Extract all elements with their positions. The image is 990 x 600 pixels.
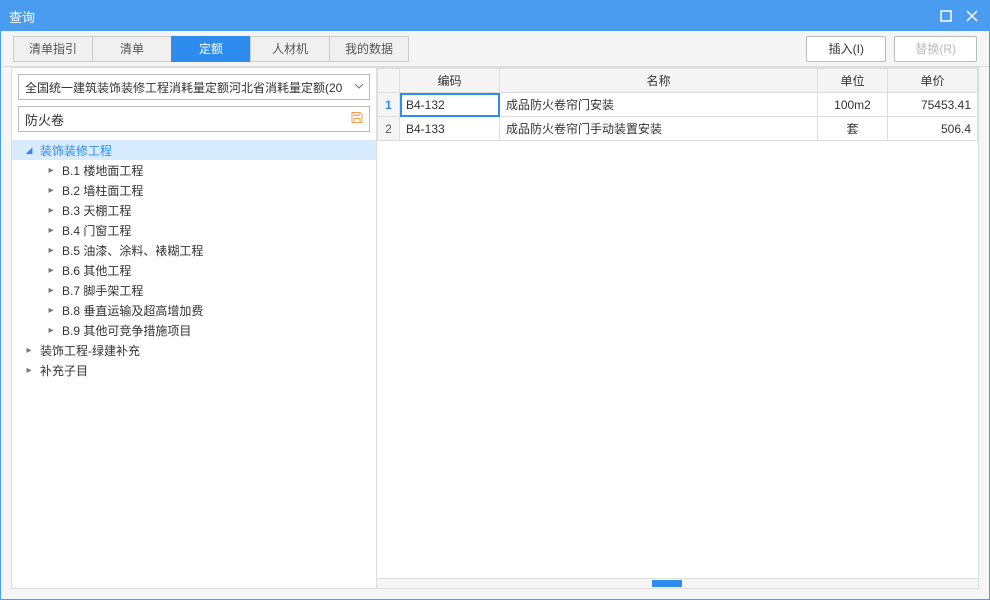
tab-rcj[interactable]: 人材机 xyxy=(250,36,330,62)
right-panel: 编码 名称 单位 单价 1B4-132成品防火卷帘门安装100m275453.4… xyxy=(377,68,978,588)
table-header-row: 编码 名称 单位 单价 xyxy=(378,69,978,93)
chevron-right-icon[interactable]: ▸ xyxy=(46,245,56,256)
tree-item[interactable]: ◢ 装饰装修工程 xyxy=(12,140,376,160)
cell-unit[interactable]: 套 xyxy=(818,117,888,141)
tree-item[interactable]: ▸ 装饰工程-绿建补充 xyxy=(12,340,376,360)
chevron-right-icon[interactable]: ▸ xyxy=(46,205,56,216)
chevron-right-icon[interactable]: ▸ xyxy=(46,305,56,316)
tree-item-label: 装饰装修工程 xyxy=(40,142,112,159)
search-input[interactable] xyxy=(18,106,370,132)
cell-price[interactable]: 75453.41 xyxy=(888,93,978,117)
scrollbar-handle[interactable] xyxy=(652,580,682,587)
close-icon[interactable] xyxy=(963,7,981,25)
window-controls xyxy=(937,7,981,25)
row-number: 1 xyxy=(378,93,400,117)
cell-name[interactable]: 成品防火卷帘门安装 xyxy=(500,93,818,117)
cell-code[interactable]: B4-132 xyxy=(400,93,500,117)
tree-item-label: 补充子目 xyxy=(40,362,88,379)
table-row[interactable]: 1B4-132成品防火卷帘门安装100m275453.41 xyxy=(378,93,978,117)
tab-mydata[interactable]: 我的数据 xyxy=(329,36,409,62)
tree-item[interactable]: ▸ B.3 天棚工程 xyxy=(12,200,376,220)
tree-item-label: B.1 楼地面工程 xyxy=(62,162,143,179)
cell-name[interactable]: 成品防火卷帘门手动装置安装 xyxy=(500,117,818,141)
results-table: 编码 名称 单位 单价 1B4-132成品防火卷帘门安装100m275453.4… xyxy=(377,68,978,141)
col-unit[interactable]: 单位 xyxy=(818,69,888,93)
left-panel: 全国统一建筑装饰装修工程消耗量定额河北省消耗量定额(20 ◢ 装饰装修工程 ▸ B.1… xyxy=(12,68,377,588)
tree-item-label: B.6 其他工程 xyxy=(62,262,131,279)
tree-item-label: B.8 垂直运输及超高增加费 xyxy=(62,302,203,319)
tree-item[interactable]: ▸ B.1 楼地面工程 xyxy=(12,160,376,180)
tree-item-label: B.2 墙柱面工程 xyxy=(62,182,143,199)
row-number: 2 xyxy=(378,117,400,141)
search-box xyxy=(18,106,370,132)
chevron-right-icon[interactable]: ▸ xyxy=(46,325,56,336)
maximize-icon[interactable] xyxy=(937,7,955,25)
tab-list-guide[interactable]: 清单指引 xyxy=(13,36,93,62)
cell-price[interactable]: 506.4 xyxy=(888,117,978,141)
titlebar: 查询 xyxy=(1,1,989,31)
tree-item[interactable]: ▸ B.2 墙柱面工程 xyxy=(12,180,376,200)
content-body: 全国统一建筑装饰装修工程消耗量定额河北省消耗量定额(20 ◢ 装饰装修工程 ▸ B.1… xyxy=(11,67,979,589)
tree-item[interactable]: ▸ 补充子目 xyxy=(12,360,376,380)
chevron-right-icon[interactable]: ▸ xyxy=(46,285,56,296)
tree-item[interactable]: ▸ B.5 油漆、涂料、裱糊工程 xyxy=(12,240,376,260)
table-row[interactable]: 2B4-133成品防火卷帘门手动装置安装套506.4 xyxy=(378,117,978,141)
col-price[interactable]: 单价 xyxy=(888,69,978,93)
standard-dropdown-value: 全国统一建筑装饰装修工程消耗量定额河北省消耗量定额(20 xyxy=(18,74,370,100)
app-window: 查询 清单指引 清单 定额 人材机 我的数据 插入(I) 替换(R) 全国统一建… xyxy=(0,0,990,600)
chevron-right-icon[interactable]: ▸ xyxy=(46,225,56,236)
chevron-right-icon[interactable]: ▸ xyxy=(46,185,56,196)
chevron-right-icon[interactable]: ▸ xyxy=(24,345,34,356)
tree-item-label: B.4 门窗工程 xyxy=(62,222,131,239)
cell-code[interactable]: B4-133 xyxy=(400,117,500,141)
horizontal-scrollbar[interactable] xyxy=(377,578,978,588)
tree-item[interactable]: ▸ B.9 其他可竞争措施项目 xyxy=(12,320,376,340)
insert-button[interactable]: 插入(I) xyxy=(806,36,886,62)
tree-item[interactable]: ▸ B.4 门窗工程 xyxy=(12,220,376,240)
action-buttons: 插入(I) 替换(R) xyxy=(806,36,977,62)
tree-item-label: B.9 其他可竞争措施项目 xyxy=(62,322,191,339)
tabs: 清单指引 清单 定额 人材机 我的数据 xyxy=(13,36,408,62)
chevron-down-icon[interactable]: ◢ xyxy=(24,145,34,156)
replace-button: 替换(R) xyxy=(894,36,977,62)
tree-item-label: B.5 油漆、涂料、裱糊工程 xyxy=(62,242,203,259)
tree-item-label: 装饰工程-绿建补充 xyxy=(40,342,140,359)
standard-dropdown[interactable]: 全国统一建筑装饰装修工程消耗量定额河北省消耗量定额(20 xyxy=(18,74,370,100)
search-save-icon[interactable] xyxy=(350,111,364,128)
tree-item[interactable]: ▸ B.6 其他工程 xyxy=(12,260,376,280)
tree-item[interactable]: ▸ B.8 垂直运输及超高增加费 xyxy=(12,300,376,320)
window-title: 查询 xyxy=(9,7,35,26)
tree-item-label: B.3 天棚工程 xyxy=(62,202,131,219)
col-code[interactable]: 编码 xyxy=(400,69,500,93)
col-name[interactable]: 名称 xyxy=(500,69,818,93)
chevron-right-icon[interactable]: ▸ xyxy=(24,365,34,376)
col-rownum xyxy=(378,69,400,93)
cell-unit[interactable]: 100m2 xyxy=(818,93,888,117)
toolbar: 清单指引 清单 定额 人材机 我的数据 插入(I) 替换(R) xyxy=(1,31,989,67)
chevron-right-icon[interactable]: ▸ xyxy=(46,165,56,176)
category-tree: ◢ 装饰装修工程 ▸ B.1 楼地面工程 ▸ B.2 墙柱面工程 ▸ B.3 天棚工程 ▸ B.4… xyxy=(12,138,376,588)
tab-quota[interactable]: 定额 xyxy=(171,36,251,62)
tree-item-label: B.7 脚手架工程 xyxy=(62,282,143,299)
tab-list[interactable]: 清单 xyxy=(92,36,172,62)
tree-item[interactable]: ▸ B.7 脚手架工程 xyxy=(12,280,376,300)
chevron-right-icon[interactable]: ▸ xyxy=(46,265,56,276)
